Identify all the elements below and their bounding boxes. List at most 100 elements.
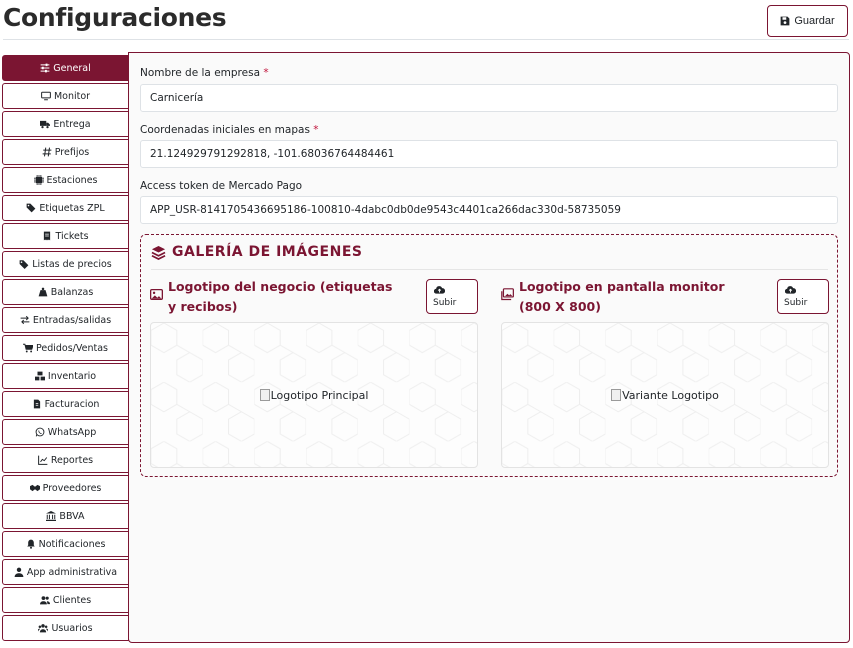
broken-image-icon xyxy=(611,389,622,401)
logo-main-preview: Logotipo Principal xyxy=(150,322,478,468)
monitor-icon xyxy=(41,91,51,101)
gallery-title-text: GALERÍA DE IMÁGENES xyxy=(172,244,363,260)
sidebar-item-label: Proveedores xyxy=(42,482,102,494)
sidebar-item-label: Balanzas xyxy=(50,286,94,298)
sidebar-item-general[interactable]: General xyxy=(2,55,129,81)
sidebar-item-label: App administrativa xyxy=(26,566,118,578)
sidebar-item-app-administrativa[interactable]: App administrativa xyxy=(2,559,129,585)
sidebar-item-tickets[interactable]: Tickets xyxy=(2,223,129,249)
sidebar-item-label: Inventario xyxy=(47,370,97,382)
save-button-label: Guardar xyxy=(794,15,835,27)
handshake-icon xyxy=(29,484,40,492)
sidebar-item-label: Tickets xyxy=(55,230,89,242)
broken-image-icon xyxy=(259,389,270,401)
map-coords-label-text: Coordenadas iniciales en mapas xyxy=(140,124,310,136)
sidebar-item-label: Clientes xyxy=(52,594,92,606)
sidebar-item-pedidos-ventas[interactable]: Pedidos/Ventas xyxy=(2,335,129,361)
receipt-icon xyxy=(44,231,51,241)
upload-logo-main-button[interactable]: Subir xyxy=(426,279,478,314)
cloud-upload-icon xyxy=(785,286,796,294)
logo-variant-image: Variante Logotipo xyxy=(502,323,828,467)
sidebar-item-bbva[interactable]: BBVA xyxy=(2,503,129,529)
tags-icon xyxy=(19,260,29,269)
sidebar-item-label: Listas de precios xyxy=(32,258,112,270)
upload-logo-variant-button[interactable]: Subir xyxy=(777,279,829,314)
sidebar-item-label: Entradas/salidas xyxy=(32,314,112,326)
gallery-title: GALERÍA DE IMÁGENES xyxy=(151,244,362,260)
sidebar-item-label: Reportes xyxy=(50,454,94,466)
save-button[interactable]: Guardar xyxy=(767,5,848,37)
sidebar-item-label: Entrega xyxy=(53,118,91,130)
company-name-label-text: Nombre de la empresa xyxy=(140,67,261,79)
image-icon xyxy=(150,288,163,301)
sidebar-item-label: WhatsApp xyxy=(47,426,97,438)
sidebar-item-monitor[interactable]: Monitor xyxy=(2,83,129,109)
sidebar-item-label: Prefijos xyxy=(54,146,90,158)
cart-icon xyxy=(22,343,33,353)
company-name-input[interactable]: Carnicería xyxy=(140,84,838,112)
sidebar-item-entradas-salidas[interactable]: Entradas/salidas xyxy=(2,307,129,333)
sidebar-item-label: Notificaciones xyxy=(38,538,106,550)
sidebar-item-label: Etiquetas ZPL xyxy=(39,202,105,214)
mercadopago-token-label: Access token de Mercado Pago xyxy=(140,180,303,192)
sidebar-item-etiquetas-zpl[interactable]: Etiquetas ZPL xyxy=(2,195,129,221)
sidebar-item-entrega[interactable]: Entrega xyxy=(2,111,129,137)
sidebar-item-label: Pedidos/Ventas xyxy=(35,342,109,354)
logo-main-header: Logotipo del negocio (etiquetas y recibo… xyxy=(150,277,478,317)
logo-variant-alt: Variante Logotipo xyxy=(622,388,719,402)
sidebar-item-clientes[interactable]: Clientes xyxy=(2,587,129,613)
map-coords-label: Coordenadas iniciales en mapas * xyxy=(140,124,319,136)
invoice-icon xyxy=(33,399,40,409)
image-gallery: GALERÍA DE IMÁGENES Logotipo del negocio… xyxy=(140,234,838,477)
logo-variant-preview: Variante Logotipo xyxy=(501,322,829,468)
upload-label: Subir xyxy=(784,298,808,308)
company-name-label: Nombre de la empresa * xyxy=(140,67,269,79)
sidebar-item-label: Usuarios xyxy=(51,622,93,634)
logo-variant-title: Logotipo en pantalla monitor (800 X 800) xyxy=(519,279,725,314)
page-title: Configuraciones xyxy=(3,3,227,32)
logo-main-alt: Logotipo Principal xyxy=(270,388,369,402)
required-mark: * xyxy=(313,124,319,136)
bank-icon xyxy=(46,511,57,521)
sidebar-item-usuarios[interactable]: Usuarios xyxy=(2,615,129,641)
chip-icon xyxy=(33,175,44,185)
sidebar-item-whatsapp[interactable]: WhatsApp xyxy=(2,419,129,445)
floppy-disk-icon xyxy=(780,16,790,26)
gallery-divider xyxy=(151,269,828,270)
general-settings-panel: Nombre de la empresa * Carnicería Coorde… xyxy=(128,52,850,643)
sidebar-item-proveedores[interactable]: Proveedores xyxy=(2,475,129,501)
logo-variant-header: Logotipo en pantalla monitor (800 X 800)… xyxy=(501,277,829,317)
cloud-upload-icon xyxy=(434,286,445,294)
truck-icon xyxy=(40,120,51,129)
sidebar-item-prefijos[interactable]: Prefijos xyxy=(2,139,129,165)
images-icon xyxy=(501,288,514,301)
sidebar-item-label: General xyxy=(53,62,91,74)
hash-icon xyxy=(42,147,52,157)
map-coords-input[interactable]: 21.124929791292818, -101.68036764484461 xyxy=(140,140,838,168)
required-mark: * xyxy=(263,67,269,79)
sidebar-item-label: Facturacion xyxy=(44,398,100,410)
scale-icon xyxy=(38,287,48,297)
header-divider xyxy=(3,39,849,40)
bell-icon xyxy=(26,539,35,549)
sidebar-item-listas-de-precios[interactable]: Listas de precios xyxy=(2,251,129,277)
logo-main-image: Logotipo Principal xyxy=(151,323,477,467)
chart-line-icon xyxy=(37,455,48,465)
sidebar-item-label: BBVA xyxy=(59,510,85,522)
tags-icon xyxy=(26,203,36,213)
sidebar-item-label: Estaciones xyxy=(46,174,98,186)
boxes-icon xyxy=(34,371,45,381)
settings-sidebar: General Monitor Entrega Prefijos Estacio… xyxy=(2,55,129,643)
exchange-icon xyxy=(20,315,30,325)
mercadopago-token-input[interactable]: APP_USR-8141705436695186-100810-4dabc0db… xyxy=(140,196,838,224)
users-group-icon xyxy=(38,624,49,633)
sidebar-item-estaciones[interactable]: Estaciones xyxy=(2,167,129,193)
layers-icon xyxy=(151,245,166,260)
sliders-icon xyxy=(40,63,50,73)
sidebar-item-inventario[interactable]: Inventario xyxy=(2,363,129,389)
sidebar-item-reportes[interactable]: Reportes xyxy=(2,447,129,473)
sidebar-item-facturacion[interactable]: Facturacion xyxy=(2,391,129,417)
sidebar-item-balanzas[interactable]: Balanzas xyxy=(2,279,129,305)
logo-variant-section: Logotipo en pantalla monitor (800 X 800)… xyxy=(501,277,829,468)
sidebar-item-notificaciones[interactable]: Notificaciones xyxy=(2,531,129,557)
